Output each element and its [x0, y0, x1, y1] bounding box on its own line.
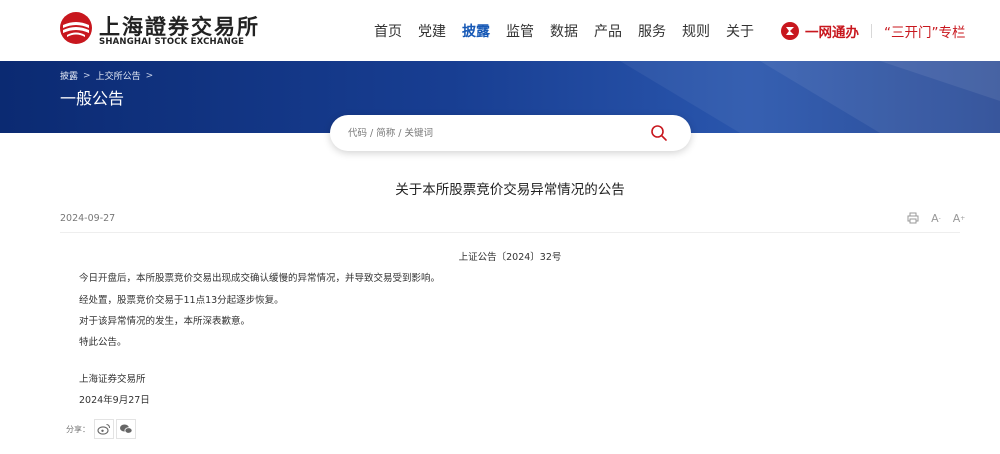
three-open-link[interactable]: “三开门”专栏: [884, 21, 966, 41]
article-title: 关于本所股票竞价交易异常情况的公告: [395, 182, 625, 198]
article-paragraph: 对于该异常情况的发生，本所深表歉意。: [79, 316, 251, 327]
breadcrumb-disclosure[interactable]: 披露: [60, 69, 78, 82]
signature-date: 2024年9月27日: [79, 395, 150, 406]
breadcrumb-announcements[interactable]: 上交所公告: [96, 69, 141, 82]
page-title: 一般公告: [60, 89, 125, 108]
nav-regulation[interactable]: 监管: [506, 21, 534, 41]
share-label: 分享：: [66, 424, 90, 434]
article-tools: A- A +: [898, 210, 967, 226]
main-nav: 首页 党建 披露 监管 数据 产品 服务 规则 关于: [374, 0, 770, 61]
font-decrease-label: A: [931, 211, 939, 225]
font-increase-label: A: [952, 211, 961, 225]
nav-rules[interactable]: 规则: [682, 21, 710, 41]
nav-party[interactable]: 党建: [418, 21, 446, 41]
signature-organization: 上海证券交易所: [79, 374, 146, 385]
share-bar: 分享：: [66, 419, 138, 439]
font-increase-button[interactable]: A +: [951, 210, 967, 226]
chevron-right-icon: >: [83, 70, 91, 81]
article-paragraph: 今日开盘后，本所股票竞价交易出现成交确认缓慢的异常情况，并导致交易受到影响。: [79, 273, 441, 284]
nav-services[interactable]: 服务: [638, 21, 666, 41]
article-paragraph: 特此公告。: [79, 337, 127, 348]
nav-disclosure[interactable]: 披露: [462, 21, 490, 41]
weibo-icon[interactable]: [94, 419, 114, 439]
one-stop-icon: [781, 21, 799, 40]
one-stop-link[interactable]: 一网通办: [805, 21, 859, 41]
article-paragraph: 经处置，股票竞价交易于11点13分起逐步恢复。: [79, 295, 284, 306]
chevron-right-icon: >: [145, 70, 154, 81]
nav-home[interactable]: 首页: [374, 21, 402, 41]
document-number: 上证公告〔2024〕32号: [458, 252, 562, 263]
site-header: 上海證券交易所 SHANGHAI STOCK EXCHANGE 首页 党建 披露…: [0, 0, 1000, 61]
print-icon[interactable]: [905, 210, 921, 226]
article-date: 2024-09-27: [60, 213, 116, 224]
sse-logo[interactable]: 上海證券交易所 SHANGHAI STOCK EXCHANGE: [59, 9, 258, 49]
font-decrease-button[interactable]: A-: [928, 210, 944, 226]
breadcrumb: 披露 > 上交所公告 >: [60, 69, 158, 83]
search-box: [330, 115, 691, 151]
header-divider: [871, 23, 872, 38]
nav-about[interactable]: 关于: [726, 21, 754, 41]
logo-english-name: SHANGHAI STOCK EXCHANGE: [99, 37, 245, 47]
search-icon[interactable]: [650, 124, 668, 142]
wechat-icon[interactable]: [116, 419, 136, 439]
nav-data[interactable]: 数据: [550, 21, 578, 41]
search-input[interactable]: [348, 124, 648, 142]
sse-logo-icon: [60, 12, 92, 44]
nav-products[interactable]: 产品: [594, 21, 622, 41]
header-right-links: 一网通办 “三开门”专栏: [780, 0, 966, 61]
title-divider: [60, 232, 960, 233]
